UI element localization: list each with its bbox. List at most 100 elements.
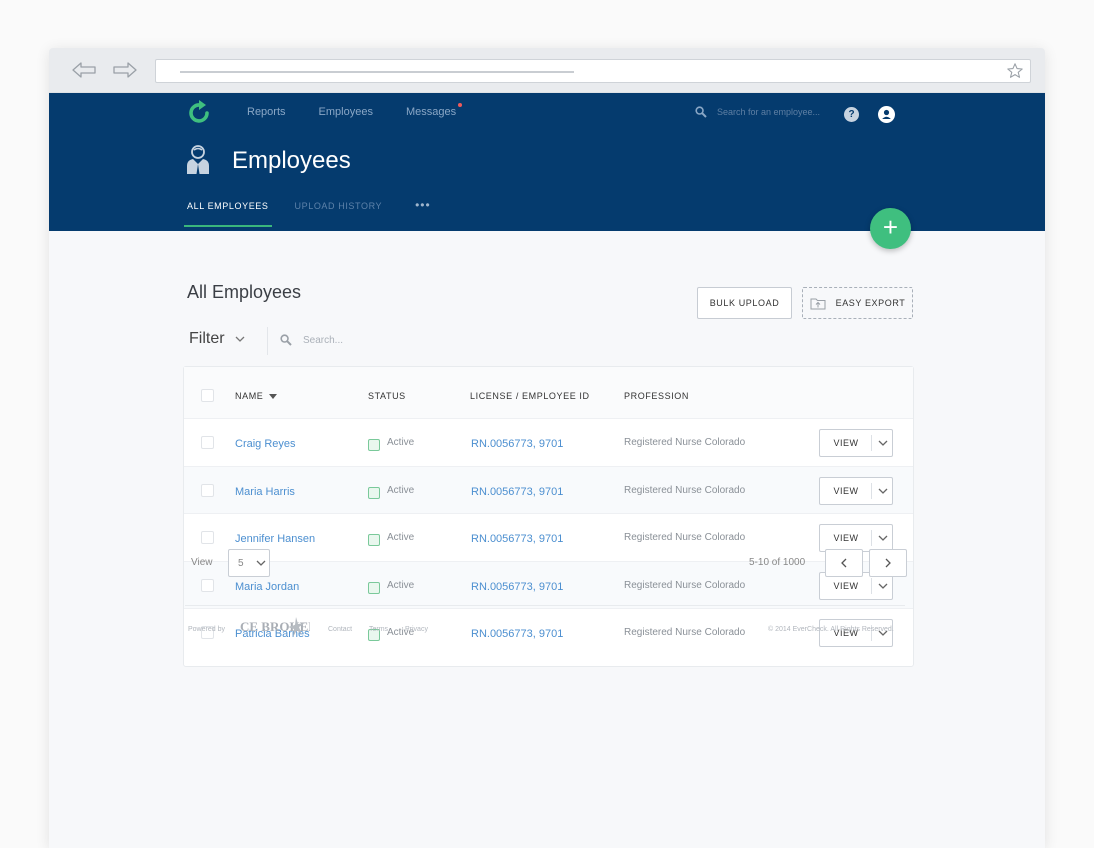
license-link[interactable]: RN.0056773, 9701 <box>471 628 563 640</box>
per-page-value: 5 <box>238 557 244 569</box>
per-page-label: View <box>191 557 213 568</box>
nav-messages-label: Messages <box>405 106 457 118</box>
tab-more-menu[interactable]: ••• <box>415 199 431 227</box>
license-link[interactable]: RN.0056773, 9701 <box>471 486 563 498</box>
address-bar[interactable] <box>155 59 1031 83</box>
add-employee-button[interactable]: + <box>870 208 911 249</box>
column-status-header: STATUS <box>368 391 406 401</box>
address-placeholder-line <box>180 71 574 73</box>
tab-all-employees[interactable]: ALL EMPLOYEES <box>184 201 272 227</box>
bookmark-star-icon[interactable] <box>1006 62 1024 80</box>
header-search[interactable]: Search for an employee... <box>695 106 820 118</box>
search-icon <box>695 106 707 118</box>
tab-upload-history[interactable]: UPLOAD HISTORY <box>295 201 383 227</box>
status-text: Active <box>387 579 415 591</box>
header-tabs: ALL EMPLOYEES UPLOAD HISTORY ••• <box>184 199 431 227</box>
employee-name-link[interactable]: Maria Jordan <box>235 581 299 593</box>
page-title: Employees <box>232 147 351 174</box>
column-name-label: NAME <box>235 391 264 401</box>
browser-toolbar <box>49 48 1045 93</box>
view-split-button: VIEW <box>819 429 893 457</box>
license-link[interactable]: RN.0056773, 9701 <box>471 438 563 450</box>
folder-upload-icon <box>810 298 826 309</box>
chevron-left-icon <box>841 558 847 568</box>
filter-label: Filter <box>189 330 225 347</box>
sort-caret-icon <box>269 393 278 399</box>
view-button-divider <box>871 530 872 546</box>
user-avatar[interactable] <box>878 106 895 123</box>
select-all-checkbox[interactable] <box>201 389 214 402</box>
view-button[interactable]: VIEW <box>820 430 872 456</box>
table-row: Maria Harris Active RN.0056773, 9701 Reg… <box>184 466 913 514</box>
employee-name-link[interactable]: Jennifer Hansen <box>235 533 315 545</box>
per-page-select[interactable]: 5 <box>228 549 270 577</box>
footer-link-contact[interactable]: Contact <box>328 626 352 633</box>
row-checkbox[interactable] <box>201 483 214 497</box>
help-icon[interactable]: ? <box>844 107 859 122</box>
employee-search-input[interactable]: Search... <box>280 334 343 346</box>
top-nav: Reports Employees Messages <box>247 103 463 118</box>
copyright-text: © 2014 EverCheck. All Rights Reserved. <box>768 626 894 633</box>
view-button-divider <box>871 482 872 499</box>
view-button[interactable]: VIEW <box>820 478 872 504</box>
footer-divider <box>185 605 905 606</box>
license-link[interactable]: RN.0056773, 9701 <box>471 533 563 545</box>
view-options-dropdown[interactable] <box>873 478 892 504</box>
browser-window: Reports Employees Messages Search for an… <box>49 48 1045 848</box>
powered-by-text: Powered by <box>188 626 225 633</box>
view-split-button: VIEW <box>819 619 893 647</box>
chevron-down-icon <box>878 440 887 446</box>
view-options-dropdown[interactable] <box>873 525 892 551</box>
view-options-dropdown[interactable] <box>873 620 892 646</box>
profession-text: Registered Nurse Colorado <box>624 579 746 591</box>
table-row: Maria Jordan Active RN.0056773, 9701 Reg… <box>184 561 913 609</box>
next-page-button[interactable] <box>869 549 907 577</box>
forward-arrow-icon[interactable] <box>112 60 138 80</box>
employee-name-link[interactable]: Maria Harris <box>235 486 295 498</box>
license-link[interactable]: RN.0056773, 9701 <box>471 581 563 593</box>
filter-dropdown[interactable]: Filter <box>189 330 245 348</box>
evercheck-logo-icon[interactable] <box>186 99 214 127</box>
row-checkbox[interactable] <box>201 436 214 449</box>
column-license-header: LICENSE / EMPLOYEE ID <box>470 391 590 401</box>
nav-messages[interactable]: Messages <box>405 103 463 118</box>
status-text: Active <box>387 532 415 543</box>
profession-text: Registered Nurse Colorado <box>624 532 746 543</box>
column-profession-header: PROFESSION <box>624 391 690 401</box>
view-split-button: VIEW <box>819 524 893 552</box>
column-name-header[interactable]: NAME <box>235 391 278 401</box>
table-row: Craig Reyes Active RN.0056773, 9701 Regi… <box>184 419 913 467</box>
footer-link-terms[interactable]: Terms <box>369 626 388 633</box>
back-arrow-icon[interactable] <box>71 60 97 80</box>
easy-export-button[interactable]: EASY EXPORT <box>802 287 913 319</box>
chevron-down-icon <box>256 560 266 566</box>
row-checkbox[interactable] <box>201 578 214 592</box>
status-text: Active <box>387 437 415 448</box>
view-button[interactable]: VIEW <box>820 525 872 551</box>
chevron-down-icon <box>878 535 887 541</box>
filter-divider <box>267 327 268 355</box>
header-search-placeholder: Search for an employee... <box>717 107 821 117</box>
status-indicator <box>368 534 380 546</box>
chevron-down-icon <box>878 583 887 589</box>
unread-dot <box>458 103 463 107</box>
view-button[interactable]: VIEW <box>820 620 872 646</box>
table-header: NAME STATUS LICENSE / EMPLOYEE ID PROFES… <box>184 367 913 419</box>
chevron-down-icon <box>878 488 887 494</box>
search-placeholder: Search... <box>303 334 344 346</box>
nav-employees[interactable]: Employees <box>319 106 373 118</box>
chevron-down-icon <box>235 336 245 342</box>
employee-name-link[interactable]: Craig Reyes <box>235 438 296 450</box>
footer-link-privacy[interactable]: Privacy <box>405 626 428 633</box>
search-icon <box>280 334 292 346</box>
ce-broker-logo[interactable]: CE BROKER <box>240 615 310 639</box>
employee-person-icon <box>187 145 209 174</box>
view-split-button: VIEW <box>819 476 893 505</box>
row-checkbox[interactable] <box>201 531 214 544</box>
view-options-dropdown[interactable] <box>873 430 892 456</box>
status-indicator <box>368 439 380 451</box>
bulk-upload-button[interactable]: BULK UPLOAD <box>697 287 792 319</box>
previous-page-button[interactable] <box>825 549 863 577</box>
nav-reports[interactable]: Reports <box>247 106 286 118</box>
chevron-right-icon <box>885 558 891 568</box>
